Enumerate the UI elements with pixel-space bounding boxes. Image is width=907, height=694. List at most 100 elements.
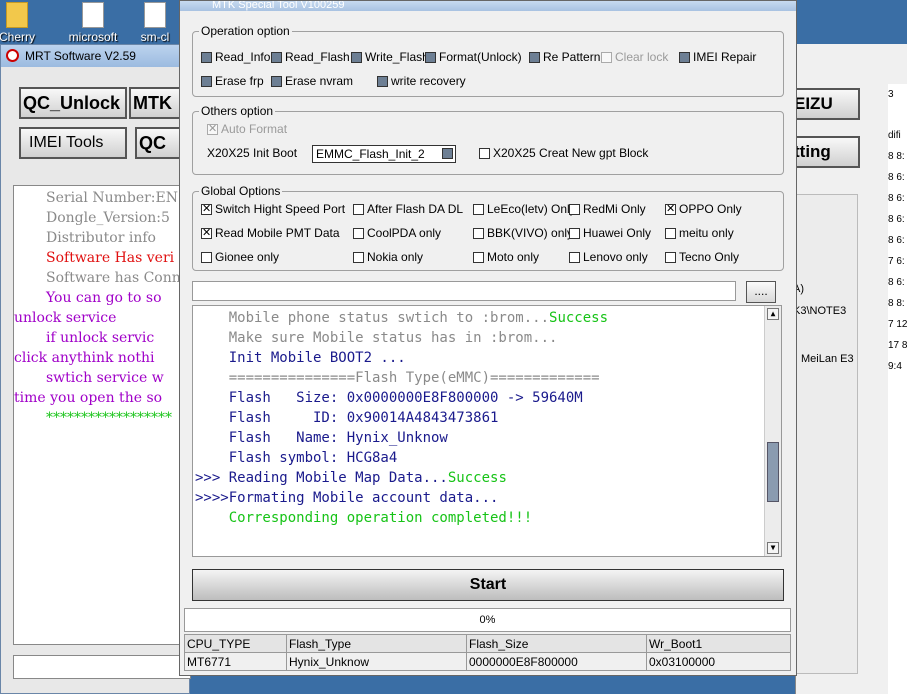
desktop-icon-microsoft[interactable]: microsoft	[58, 0, 128, 44]
browse-button[interactable]: ....	[746, 281, 776, 303]
setting-button[interactable]: tting	[790, 136, 860, 168]
table-row: MT6771 Hynix_Unknow 0000000E8F800000 0x0…	[184, 652, 791, 671]
init-boot-select[interactable]: EMMC_Flash_Init_2	[312, 145, 456, 163]
erase-frp-checkbox[interactable]: Erase frp	[201, 74, 264, 88]
tecno-only-checkbox[interactable]: Tecno Only	[665, 250, 739, 264]
checkbox-box	[201, 226, 212, 240]
format-unlock-checkbox[interactable]: Format(Unlock)	[425, 50, 522, 64]
mrt-log-line: ******************	[46, 410, 172, 426]
table-cell: Hynix_Unknow	[286, 652, 467, 671]
mrt-log-line: unlock service	[14, 310, 117, 326]
file-path-input[interactable]	[192, 281, 736, 301]
checkbox-box	[569, 227, 580, 239]
checkbox-box	[665, 227, 676, 239]
read-info-checkbox[interactable]: Read_Info	[201, 50, 270, 64]
gionee-only-checkbox[interactable]: Gionee only	[201, 250, 279, 264]
desktop-icon-cherry[interactable]: Cherry	[0, 0, 52, 44]
document-icon	[144, 2, 166, 28]
meitu-only-checkbox[interactable]: meitu only	[665, 226, 734, 240]
table-header-cell: Flash_Type	[286, 634, 467, 653]
moto-only-checkbox[interactable]: Moto only	[473, 250, 539, 264]
desktop-icons: Cherry microsoft sm-cl	[0, 0, 200, 44]
mtk-log-panel: Mobile phone status swtich to :brom... Su…	[192, 305, 782, 557]
mtk-log-line: >>>>Formating Mobile account data...	[195, 490, 498, 506]
checkbox-box	[271, 75, 282, 87]
mrt-log-line: Dongle_Version:5	[46, 210, 170, 226]
mtk-log-line: >>> Reading Mobile Map Data...Success	[195, 470, 507, 486]
log-text: Corresponding operation completed!!!	[195, 510, 533, 526]
mtk-log-line: ===============Flash Type(eMMC)=========…	[195, 370, 600, 386]
leeco-only-checkbox[interactable]: LeEco(letv) Only	[473, 202, 576, 216]
mtk-window-title[interactable]: MTK Special Tool V100259	[180, 1, 796, 11]
desktop-icon-sm[interactable]: sm-cl	[130, 0, 180, 44]
checkbox-box	[353, 251, 364, 263]
background-window-right: EIZU tting A) K3\NOTE3 MeiLan E3 3 difi …	[790, 44, 907, 694]
mrt-log-panel: Serial Number:EN Dongle_Version:5 Distri…	[13, 185, 191, 645]
log-text: >>>>Formating Mobile account data...	[195, 490, 499, 506]
mtk-log-line: Flash Name: Hynix_Unknow	[195, 430, 448, 446]
bbk-vivo-only-checkbox[interactable]: BBK(VIVO) only	[473, 226, 573, 240]
switch-high-speed-checkbox[interactable]: Switch Hight Speed Port	[201, 202, 345, 216]
mtk-log-line: Mobile phone status swtich to :brom...Su…	[195, 310, 608, 326]
lenovo-only-checkbox[interactable]: Lenovo only	[569, 250, 648, 264]
qc-unlock-button[interactable]: QC_Unlock	[19, 87, 127, 119]
progress-bar: 0%	[184, 608, 791, 632]
dropdown-arrow-icon[interactable]	[442, 148, 453, 159]
log-text: Flash Size: 0x0000000E8F800000 -> 59640M	[195, 390, 583, 406]
checkbox-box	[201, 251, 212, 263]
mrt-command-input[interactable]	[13, 655, 191, 679]
oppo-only-checkbox[interactable]: OPPO Only	[665, 202, 742, 216]
mrt-log-line: time you open the so	[14, 390, 163, 406]
checkbox-box	[665, 202, 676, 216]
eizu-button[interactable]: EIZU	[790, 88, 860, 120]
re-pattern-lock-checkbox[interactable]: Re Pattern l	[529, 50, 606, 64]
checkbox-box	[353, 203, 364, 215]
mrt-title-bar[interactable]: MRT Software V2.59	[1, 45, 189, 67]
checkbox-box	[569, 251, 580, 263]
mrt-window: MRT Software V2.59 QC_Unlock MTK IMEI To…	[0, 44, 191, 694]
redmi-only-checkbox[interactable]: RedMi Only	[569, 202, 646, 216]
others-option-label: Others option	[199, 104, 276, 118]
mrt-log-line: Serial Number:EN	[46, 190, 178, 206]
x20-creat-gpt-checkbox[interactable]: X20X25 Creat New gpt Block	[479, 146, 648, 160]
scroll-up-icon[interactable]: ▲	[767, 308, 779, 320]
imei-repair-checkbox[interactable]: IMEI Repair	[679, 50, 756, 64]
mrt-log-line: click anythink nothi	[14, 350, 155, 366]
mrt-log-line: You can go to so	[46, 290, 162, 306]
write-recovery-checkbox[interactable]: write recovery	[377, 74, 466, 88]
log-text: Init Mobile BOOT2 ...	[195, 350, 406, 366]
checkbox-box	[377, 75, 388, 87]
huawei-only-checkbox[interactable]: Huawei Only	[569, 226, 651, 240]
progress-text: 0%	[479, 614, 496, 626]
mrt-log-line: Software Has veri	[46, 250, 175, 266]
nokia-only-checkbox[interactable]: Nokia only	[353, 250, 423, 264]
log-text: Success	[447, 470, 507, 486]
clear-lock-checkbox: Clear lock	[601, 50, 668, 64]
log-text: >>> Reading Mobile Map Data...	[195, 470, 448, 486]
coolpda-only-checkbox[interactable]: CoolPDA only	[353, 226, 441, 240]
checkbox-box	[665, 251, 676, 263]
log-text: Mobile phone status swtich to :brom...	[195, 310, 550, 326]
log-text: Make sure Mobile status has in :brom...	[195, 330, 558, 346]
erase-nvram-checkbox[interactable]: Erase nvram	[271, 74, 353, 88]
checkbox-box	[201, 202, 212, 216]
log-scrollbar[interactable]: ▲ ▼	[764, 306, 781, 556]
scroll-thumb[interactable]	[767, 442, 779, 502]
checkbox-box	[201, 51, 212, 63]
after-flash-da-checkbox[interactable]: After Flash DA DL	[353, 202, 463, 216]
read-flash-checkbox[interactable]: Read_Flash	[271, 50, 350, 64]
device-info-table: CPU_TYPE Flash_Type Flash_Size Wr_Boot1 …	[184, 634, 791, 671]
right-list: 3 difi 8 8: 8 6: 8 6: 8 6: 8 6: 7 6: 8 6…	[888, 84, 907, 694]
mtk-log-lines: Mobile phone status swtich to :brom... Su…	[193, 306, 765, 556]
scroll-down-icon[interactable]: ▼	[767, 542, 779, 554]
start-button[interactable]: Start	[192, 569, 784, 601]
app-icon	[6, 49, 19, 62]
checkbox-box	[569, 203, 580, 215]
mtk-window: MTK Special Tool V100259 Operation optio…	[179, 0, 797, 676]
read-pmt-checkbox[interactable]: Read Mobile PMT Data	[201, 226, 340, 240]
imei-tools-button[interactable]: IMEI Tools	[19, 127, 127, 159]
auto-format-checkbox: Auto Format	[207, 122, 287, 136]
global-options-group: Global Options Switch Hight Speed Port A…	[192, 184, 784, 271]
write-flash-checkbox[interactable]: Write_Flash	[351, 50, 429, 64]
mrt-log-line: Distributor info	[46, 230, 156, 246]
